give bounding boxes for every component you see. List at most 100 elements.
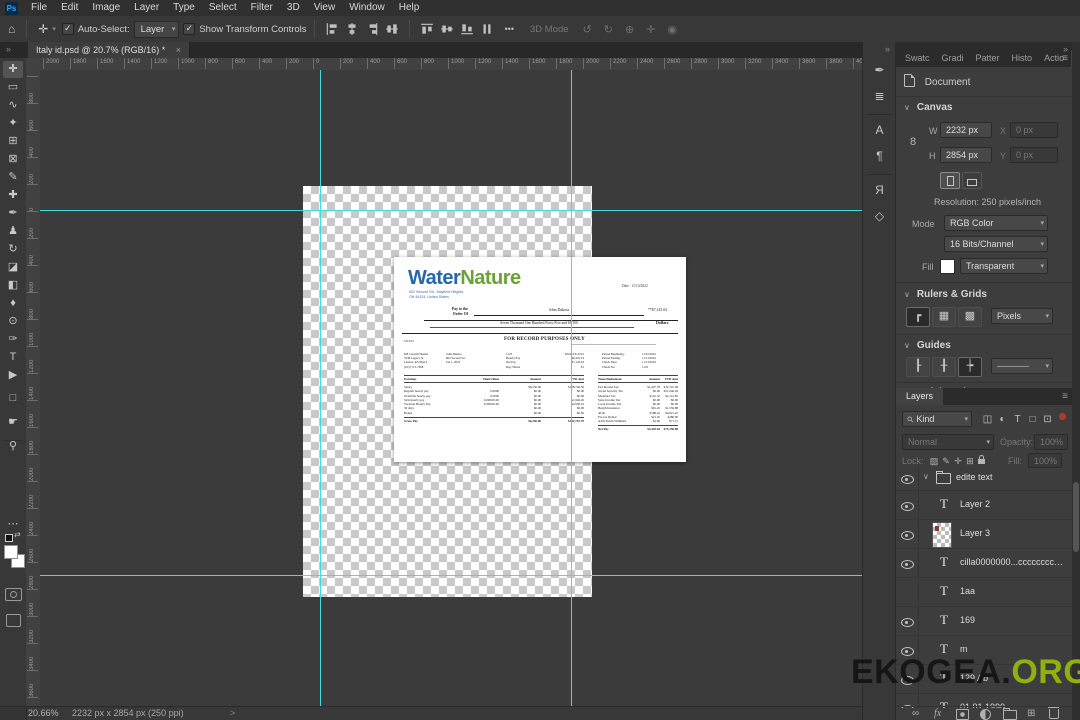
swap-colors-icon[interactable]: ⇄ [14,530,21,539]
align-top-icon[interactable] [420,22,434,36]
tab-patterns[interactable]: Patter [971,50,1005,67]
chevron-down-icon[interactable]: ▾ [52,25,56,33]
threed-panel-icon[interactable]: ◇ [868,206,891,226]
blur-tool[interactable]: ♦ [3,295,23,312]
scrollbar-thumb[interactable] [1073,482,1079,552]
ruler-units-dropdown[interactable]: Pixels ▾ [991,308,1053,324]
paragraph-panel-icon[interactable]: ¶ [868,146,891,166]
status-chevron-icon[interactable]: > [230,707,235,720]
canvas-section-header[interactable]: ∨ Canvas [904,102,952,113]
menu-view[interactable]: View [307,0,343,16]
character-panel-icon[interactable]: A [868,120,891,140]
canvas-viewport[interactable]: WaterNature 602 Second Str., Mayfield He… [40,70,862,706]
filter-image-icon[interactable]: ◫ [980,414,995,425]
document-tab[interactable]: Italy id.psd @ 20.7% (RGB/16) * × [28,42,190,58]
mode-dropdown[interactable]: RGB Color ▾ [944,215,1048,231]
v-ruler[interactable]: 800 600 400 200 0 200 400 600 800 1000 1200 1400 160… [26,70,41,706]
visibility-toggle[interactable] [896,607,918,635]
history-brush-tool[interactable]: ↻ [3,241,23,258]
new-group-icon[interactable] [1003,708,1017,720]
panel-menu-icon[interactable]: ≡ [1062,391,1068,402]
brush-tool[interactable]: ✒ [3,205,23,222]
visibility-toggle[interactable] [896,549,918,577]
menu-3d[interactable]: 3D [280,0,307,16]
photoshop-logo[interactable]: Ps [5,1,18,15]
object-selection-tool[interactable]: ✦ [3,115,23,132]
layer-row[interactable]: T 1aa [896,578,1073,607]
filter-shape-icon[interactable]: □ [1025,414,1040,425]
layer-mask-icon[interactable] [956,709,969,720]
new-layer-icon[interactable]: ⊞ [1027,708,1035,719]
menu-window[interactable]: Window [342,0,392,16]
healing-brush-tool[interactable]: ✚ [3,187,23,204]
menu-type[interactable]: Type [166,0,202,16]
filter-toggle-icon[interactable] [1059,413,1066,420]
rulers-grids-section-header[interactable]: ∨ Rulers & Grids [904,289,987,300]
menu-filter[interactable]: Filter [244,0,280,16]
link-dimensions-icon[interactable]: 8 [910,136,916,148]
visibility-toggle[interactable] [896,578,918,606]
menu-file[interactable]: File [24,0,54,16]
visibility-toggle[interactable] [896,520,918,548]
quick-mask-button[interactable] [5,588,22,601]
tab-history[interactable]: Histo [1007,50,1038,67]
toggle-rulers-button[interactable]: ┏ [906,307,930,327]
align-vertical-centers-icon[interactable] [440,22,454,36]
crop-tool[interactable]: ⊞ [3,133,23,150]
move-tool[interactable]: ✛ [3,61,23,78]
layer-row-group[interactable]: ∨ edite text [896,466,1073,491]
toggle-guides-button[interactable]: ┠ [906,357,930,377]
pen-tool[interactable]: ✑ [3,331,23,348]
adjustment-layer-icon[interactable] [980,709,991,720]
visibility-toggle[interactable] [896,466,918,490]
filter-type-icon[interactable]: T [1010,414,1025,425]
brush-settings-icon[interactable]: ✒ [868,60,891,80]
menu-image[interactable]: Image [85,0,127,16]
move-tool-icon[interactable]: ✛ [38,22,48,36]
marquee-tool[interactable]: ▭ [3,79,23,96]
distribute-spacing-icon[interactable] [480,22,494,36]
align-middle-icon[interactable] [385,22,399,36]
foreground-color-swatch[interactable] [4,545,18,559]
guide-style-dropdown[interactable]: ───── ▾ [991,358,1053,374]
visibility-toggle[interactable] [896,491,918,519]
tab-actions[interactable]: Actio [1039,50,1069,67]
layer-row[interactable]: T 169 [896,607,1073,636]
lock-all-icon[interactable] [978,455,985,464]
width-field[interactable]: 2232 px [940,122,992,138]
auto-select-checkbox[interactable]: ✓ [61,23,74,35]
screen-mode-button[interactable] [6,614,21,627]
layer-effects-icon[interactable]: fx [934,708,941,719]
chevron-down-icon[interactable]: ∨ [923,472,929,481]
tab-gradients[interactable]: Gradi [937,50,969,67]
brushes-icon[interactable]: ≣ [868,86,891,106]
guide-horizontal[interactable] [40,575,862,576]
type-tool[interactable]: T [3,349,23,366]
shape-tool[interactable]: □ [3,390,23,407]
landscape-orientation-button[interactable] [962,172,982,189]
more-options-icon[interactable]: ••• [505,24,514,34]
hand-tool[interactable]: ☛ [3,414,23,431]
toggle-grid-button[interactable]: ▦ [932,307,956,327]
eraser-tool[interactable]: ◪ [3,259,23,276]
height-field[interactable]: 2854 px [940,147,992,163]
clone-stamp-tool[interactable]: ♟ [3,223,23,240]
clear-guides-button[interactable]: ┾ [958,357,982,377]
fill-dropdown[interactable]: Transparent ▾ [960,258,1048,274]
eyedropper-tool[interactable]: ✎ [3,169,23,186]
path-selection-tool[interactable]: ▶ [3,367,23,384]
zoom-level-field[interactable]: 20.66% [28,707,59,720]
lock-guides-button[interactable]: ╂ [932,357,956,377]
menu-layer[interactable]: Layer [127,0,166,16]
layer-row[interactable]: T cilla0000000...ccccccccc0 d [896,549,1073,578]
lasso-tool[interactable]: ∿ [3,97,23,114]
guide-vertical[interactable] [320,70,321,706]
layer-row[interactable]: Layer 3 [896,520,1073,549]
filter-adjustment-icon[interactable]: ◐ [995,414,1010,425]
panel-scrollbar[interactable] [1072,42,1080,720]
filter-kind-dropdown[interactable]: ⚲ Kind ▾ [902,411,972,427]
tab-swatches[interactable]: Swatc [900,50,935,67]
delete-layer-icon[interactable] [1048,707,1059,720]
auto-select-target-dropdown[interactable]: Layer ▾ [133,20,180,38]
frame-tool[interactable]: ⊠ [3,151,23,168]
